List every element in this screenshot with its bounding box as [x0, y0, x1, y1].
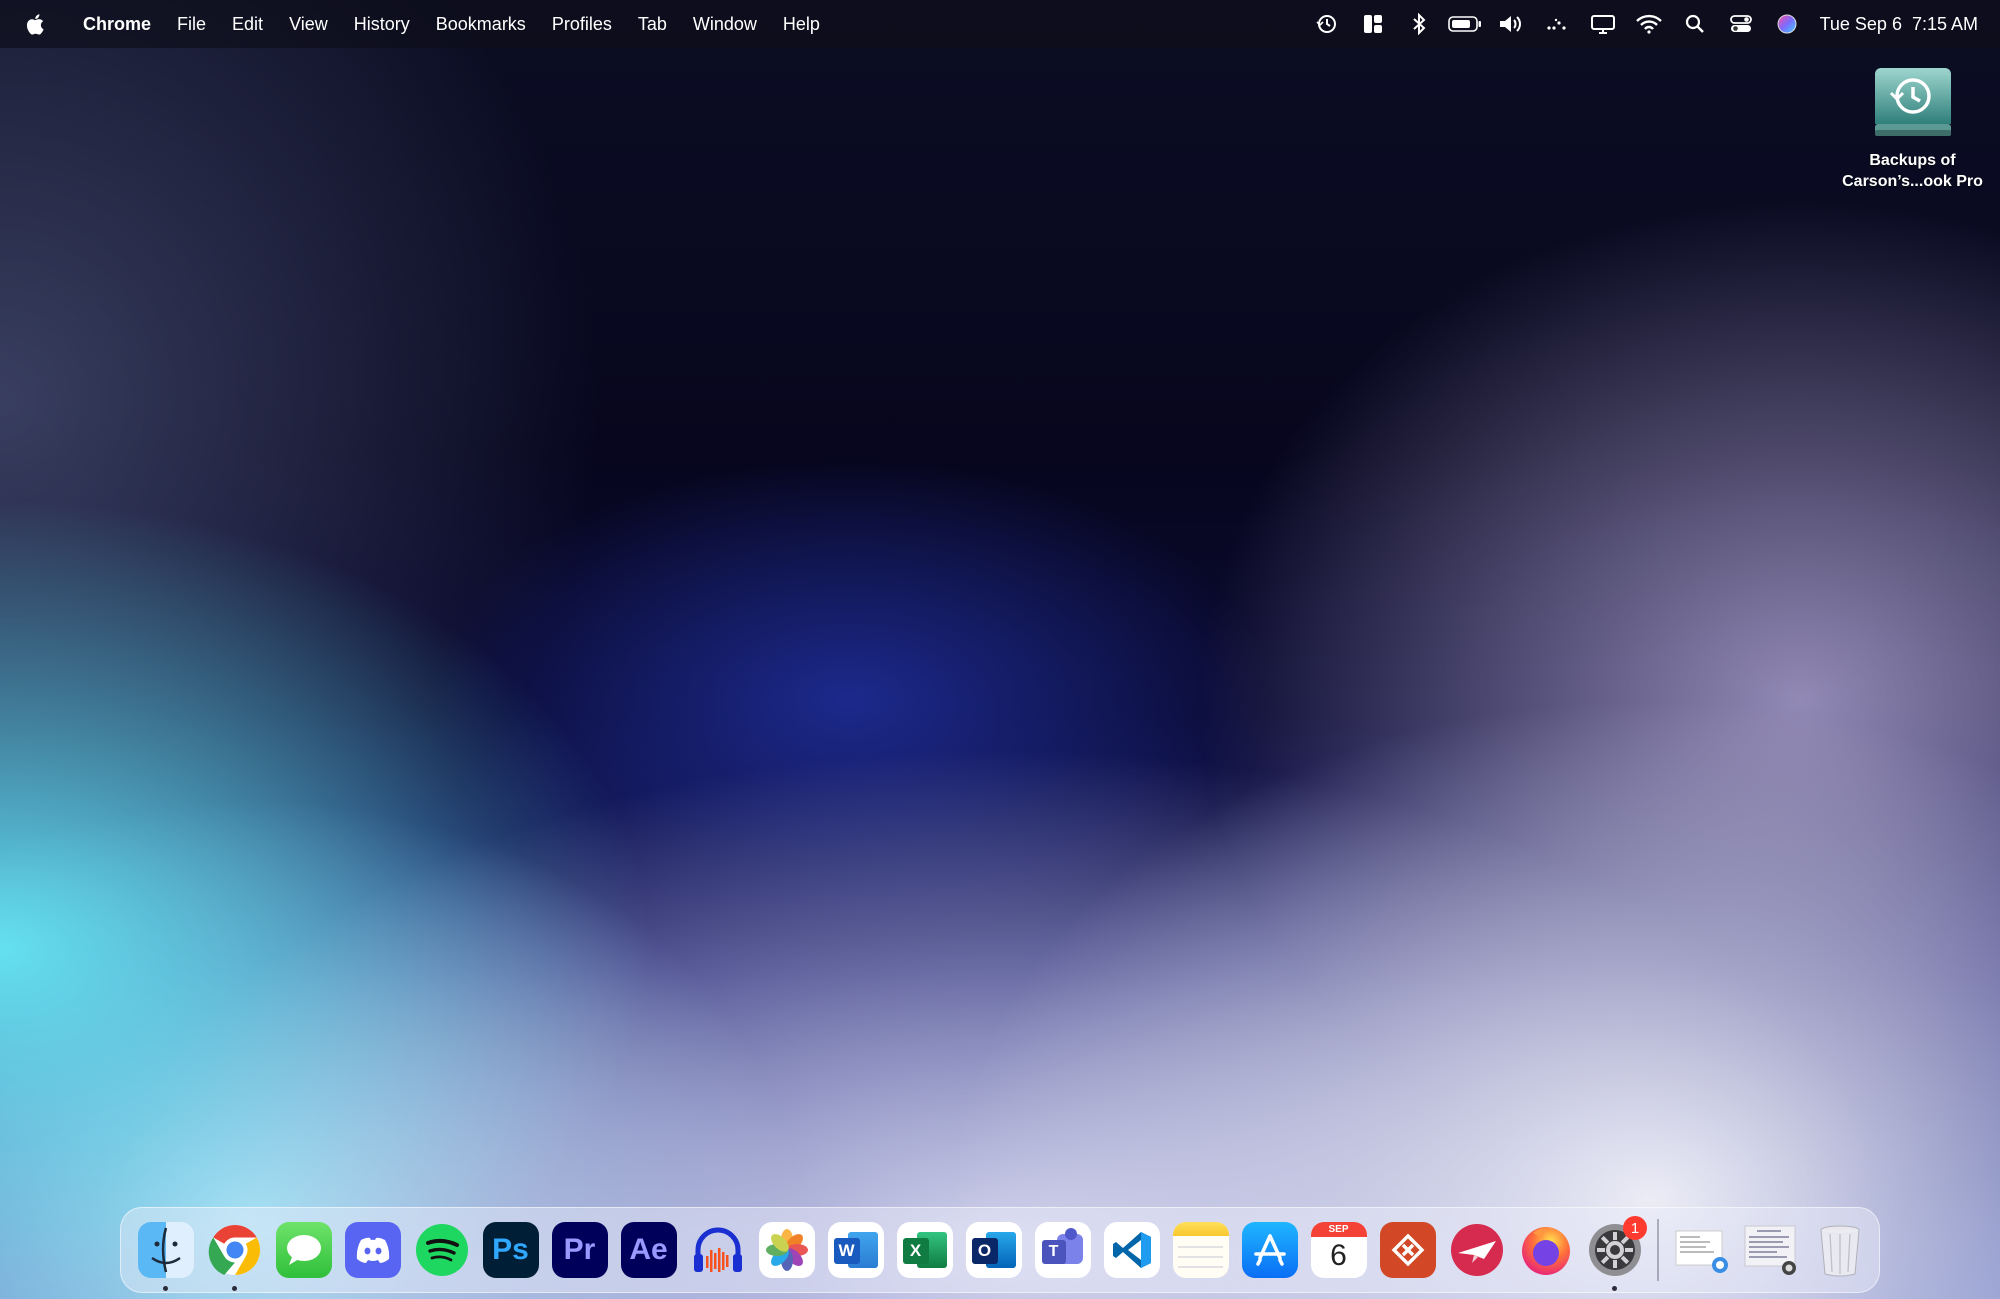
photoshop-icon: Ps: [482, 1222, 539, 1278]
dock-app-store[interactable]: [1235, 1207, 1304, 1293]
dock-chrome[interactable]: [200, 1207, 269, 1293]
menu-history[interactable]: History: [341, 0, 423, 48]
desktop-drive-label: Backups of Carson’s...ook Pro: [1830, 150, 1995, 192]
wifi-icon[interactable]: [1626, 0, 1672, 48]
window-layout-icon[interactable]: [1350, 0, 1396, 48]
spotlight-search-icon[interactable]: [1672, 0, 1718, 48]
dock-photoshop[interactable]: Ps: [476, 1207, 545, 1293]
drive-label-line1: Backups of: [1869, 152, 1956, 169]
dock-notes[interactable]: [1166, 1207, 1235, 1293]
volume-icon[interactable]: [1488, 0, 1534, 48]
dock: Ps Pr Ae W X O T SEP 6 1: [120, 1207, 1880, 1293]
window-thumbnail-icon: [1743, 1222, 1799, 1278]
desktop-backup-drive[interactable]: Backups of Carson’s...ook Pro: [1830, 60, 1995, 192]
running-indicator: [163, 1286, 168, 1291]
dock-photos[interactable]: [752, 1207, 821, 1293]
teams-letter: T: [1041, 1240, 1066, 1264]
messages-icon: [275, 1222, 332, 1278]
outlook-letter: O: [971, 1238, 998, 1264]
trash-icon: [1812, 1222, 1868, 1278]
dock-minimized-window[interactable]: [1736, 1207, 1805, 1293]
dock-teams[interactable]: T: [1028, 1207, 1097, 1293]
calendar-icon: SEP 6: [1310, 1222, 1367, 1278]
menu-view[interactable]: View: [276, 0, 341, 48]
discord-icon: [344, 1222, 401, 1278]
dock-calendar[interactable]: SEP 6: [1304, 1207, 1373, 1293]
dock-discord[interactable]: [338, 1207, 407, 1293]
notification-badge: 1: [1623, 1216, 1647, 1240]
outlook-icon: O: [965, 1222, 1022, 1278]
menubar-clock[interactable]: Tue Sep 6 7:15 AM: [1810, 14, 1978, 35]
menu-bookmarks[interactable]: Bookmarks: [423, 0, 539, 48]
excel-icon: X: [896, 1222, 953, 1278]
audacity-icon: [690, 1222, 746, 1278]
calendar-day: 6: [1330, 1239, 1347, 1272]
remote-desktop-icon: [1379, 1222, 1436, 1278]
vscode-icon: [1103, 1222, 1160, 1278]
dock-minimized-document[interactable]: [1667, 1207, 1736, 1293]
running-indicator: [1612, 1286, 1617, 1291]
dock-premiere-pro[interactable]: Pr: [545, 1207, 614, 1293]
dock-remote-desktop[interactable]: [1373, 1207, 1442, 1293]
finder-icon: [137, 1222, 194, 1278]
running-indicator: [232, 1286, 237, 1291]
calendar-month: SEP: [1310, 1222, 1367, 1237]
document-thumbnail-icon: [1674, 1222, 1730, 1278]
menu-window[interactable]: Window: [680, 0, 770, 48]
bluetooth-icon[interactable]: [1396, 0, 1442, 48]
app-store-icon: [1241, 1222, 1298, 1278]
dock-audacity[interactable]: [683, 1207, 752, 1293]
dock-outlook[interactable]: O: [959, 1207, 1028, 1293]
battery-icon[interactable]: [1442, 0, 1488, 48]
dock-spotify[interactable]: [407, 1207, 476, 1293]
time-machine-icon[interactable]: [1304, 0, 1350, 48]
menu-edit[interactable]: Edit: [219, 0, 276, 48]
menu-tab[interactable]: Tab: [625, 0, 680, 48]
dock-send-app[interactable]: [1442, 1207, 1511, 1293]
notes-icon: [1172, 1222, 1229, 1278]
dock-after-effects[interactable]: Ae: [614, 1207, 683, 1293]
control-center-icon[interactable]: [1718, 0, 1764, 48]
dock-system-preferences[interactable]: 1: [1580, 1207, 1649, 1293]
display-icon[interactable]: [1580, 0, 1626, 48]
word-icon: W: [827, 1222, 884, 1278]
firefox-icon: [1518, 1222, 1574, 1278]
dock-finder[interactable]: [131, 1207, 200, 1293]
menu-app-name[interactable]: Chrome: [70, 0, 164, 48]
menu-profiles[interactable]: Profiles: [539, 0, 625, 48]
clock-time: 7:15 AM: [1911, 13, 1978, 34]
photos-icon: [758, 1222, 815, 1278]
clock-date: Tue Sep 6: [1819, 13, 1902, 34]
teams-icon: T: [1034, 1222, 1091, 1278]
chrome-icon: [207, 1222, 263, 1278]
wifi-sync-icon[interactable]: [1534, 0, 1580, 48]
drive-label-line2: Carson’s...ook Pro: [1842, 173, 1983, 190]
menu-file[interactable]: File: [164, 0, 219, 48]
premiere-pro-icon: Pr: [551, 1222, 608, 1278]
dock-word[interactable]: W: [821, 1207, 890, 1293]
dock-firefox[interactable]: [1511, 1207, 1580, 1293]
excel-letter: X: [902, 1238, 929, 1264]
siri-icon[interactable]: [1764, 0, 1810, 48]
spotify-icon: [414, 1222, 470, 1278]
apple-menu-icon[interactable]: [0, 0, 70, 48]
word-letter: W: [833, 1238, 860, 1264]
dock-trash[interactable]: [1805, 1207, 1874, 1293]
menu-bar: Chrome File Edit View History Bookmarks …: [0, 0, 2000, 48]
paper-plane-icon: [1449, 1222, 1505, 1278]
dock-separator: [1657, 1219, 1659, 1281]
menu-help[interactable]: Help: [770, 0, 833, 48]
after-effects-icon: Ae: [620, 1222, 677, 1278]
time-machine-drive-icon: [1874, 68, 1951, 136]
dock-excel[interactable]: X: [890, 1207, 959, 1293]
dock-messages[interactable]: [269, 1207, 338, 1293]
dock-vscode[interactable]: [1097, 1207, 1166, 1293]
